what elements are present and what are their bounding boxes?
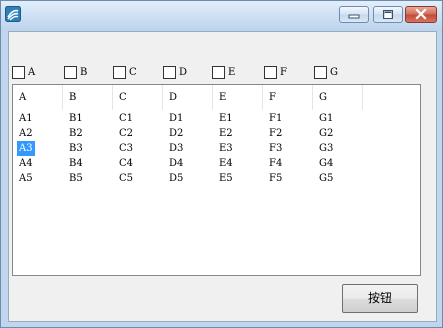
close-icon	[415, 8, 427, 20]
list-cell: E2	[219, 128, 233, 139]
list-cell: G1	[319, 113, 334, 124]
list-cell: F5	[269, 173, 283, 184]
selected-list-cell: A3	[17, 141, 35, 156]
column-header-a[interactable]: A	[13, 85, 63, 110]
close-button[interactable]	[405, 6, 437, 23]
list-cell: F1	[269, 113, 283, 124]
checkbox-label: E	[228, 66, 236, 78]
checkbox-label: A	[28, 66, 36, 78]
list-row[interactable]: A5 B5 C5 D5 E5 F5 G5	[13, 171, 363, 186]
checkbox-box[interactable]	[264, 65, 277, 79]
list-cell: D3	[169, 143, 184, 154]
list-cell: B4	[69, 158, 83, 169]
list-cell: C3	[119, 143, 134, 154]
list-cell: B5	[69, 173, 83, 184]
column-header-b[interactable]: B	[63, 85, 113, 110]
list-cell: C4	[119, 158, 134, 169]
list-cell: E3	[219, 143, 233, 154]
list-cell: G4	[319, 158, 334, 169]
list-row[interactable]: A2 B2 C2 D2 E2 F2 G2	[13, 126, 363, 141]
list-cell: C1	[119, 113, 134, 124]
list-cell: B3	[69, 143, 83, 154]
maximize-icon	[383, 10, 393, 19]
checkbox-label: G	[330, 66, 338, 78]
checkbox-box[interactable]	[64, 65, 77, 79]
checkbox-label: C	[129, 66, 137, 78]
checkbox-label: B	[80, 66, 88, 78]
list-header: A B C D E F G	[13, 85, 363, 110]
list-cell: B2	[69, 128, 83, 139]
checkbox-label: D	[179, 66, 188, 78]
list-cell: D1	[169, 113, 184, 124]
checkbox-g[interactable]: G	[314, 65, 338, 79]
list-cell: E5	[219, 173, 233, 184]
list-cell: A5	[19, 173, 33, 184]
list-cell: C2	[119, 128, 134, 139]
list-cell: B1	[69, 113, 83, 124]
app-window: A B C D E F G A B C D E F G A1 B1 C1 D1 …	[0, 0, 443, 328]
list-cell: G2	[319, 128, 334, 139]
list-cell: F2	[269, 128, 283, 139]
checkbox-row: A B C D E F G	[9, 65, 436, 79]
list-cell: D5	[169, 173, 184, 184]
list-row[interactable]: A1 B1 C1 D1 E1 F1 G1	[13, 111, 363, 126]
column-header-d[interactable]: D	[163, 85, 213, 110]
checkbox-a[interactable]: A	[12, 65, 35, 79]
list-cell: F3	[269, 143, 283, 154]
minimize-icon	[348, 14, 360, 19]
column-header-c[interactable]: C	[113, 85, 163, 110]
list-cell: E4	[219, 158, 233, 169]
title-bar[interactable]	[1, 1, 442, 31]
list-cell: G5	[319, 173, 334, 184]
checkbox-e[interactable]: E	[212, 65, 235, 79]
checkbox-box[interactable]	[212, 65, 225, 79]
checkbox-b[interactable]: B	[64, 65, 87, 79]
list-cell: E1	[219, 113, 233, 124]
list-cell: A1	[19, 113, 33, 124]
list-cell: D4	[169, 158, 184, 169]
list-row[interactable]: A4 B4 C4 D4 E4 F4 G4	[13, 156, 363, 171]
minimize-button[interactable]	[339, 6, 369, 23]
checkbox-d[interactable]: D	[163, 65, 187, 79]
app-icon	[5, 6, 21, 22]
list-cell: G3	[319, 143, 334, 154]
list-cell: A2	[19, 128, 33, 139]
list-cell: A4	[19, 158, 33, 169]
action-button[interactable]: 按钮	[342, 284, 418, 313]
checkbox-f[interactable]: F	[264, 65, 287, 79]
list-cell: D2	[169, 128, 184, 139]
list-cell: F4	[269, 158, 283, 169]
client-area: A B C D E F G A B C D E F G A1 B1 C1 D1 …	[8, 31, 437, 322]
list-cell: C5	[119, 173, 134, 184]
checkbox-box[interactable]	[113, 65, 126, 79]
column-header-g[interactable]: G	[313, 85, 363, 110]
column-header-f[interactable]: F	[263, 85, 313, 110]
checkbox-box[interactable]	[314, 65, 327, 79]
checkbox-label: F	[280, 66, 287, 78]
list-view[interactable]: A B C D E F G A1 B1 C1 D1 E1 F1 G1 A2 B2…	[12, 84, 421, 276]
maximize-button[interactable]	[373, 6, 403, 23]
list-row-selected[interactable]: A3 B3 C3 D3 E3 F3 G3	[13, 141, 363, 156]
checkbox-box[interactable]	[12, 65, 25, 79]
checkbox-c[interactable]: C	[113, 65, 137, 79]
checkbox-box[interactable]	[163, 65, 176, 79]
column-header-e[interactable]: E	[213, 85, 263, 110]
